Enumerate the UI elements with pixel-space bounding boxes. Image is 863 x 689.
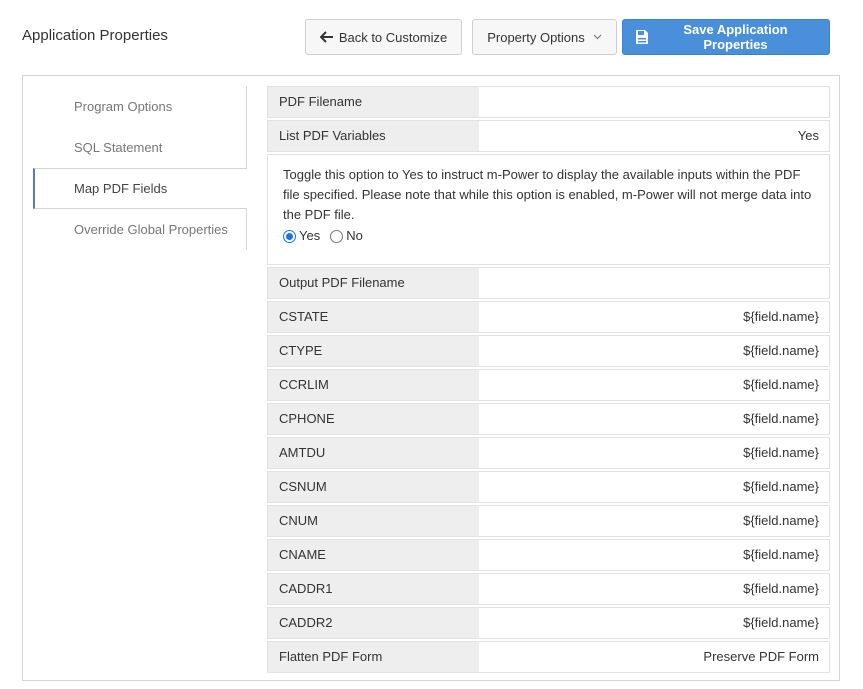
back-to-customize-button[interactable]: Back to Customize <box>305 19 462 55</box>
list-pdf-variables-row: List PDF Variables Yes <box>267 120 830 152</box>
field-label: CADDR1 <box>268 574 479 604</box>
field-label: CSTATE <box>268 302 479 332</box>
sidebar-item-label: Program Options <box>74 99 173 114</box>
field-row-cnum: CNUM ${field.name} <box>267 505 830 537</box>
field-label: CTYPE <box>268 336 479 366</box>
radio-no-indicator[interactable] <box>330 229 344 243</box>
sidebar-item-sql-statement[interactable]: SQL Statement <box>33 127 247 168</box>
field-value[interactable]: ${field.name} <box>479 608 829 638</box>
output-pdf-filename-value[interactable] <box>479 268 829 298</box>
sidebar-item-map-pdf-fields[interactable]: Map PDF Fields <box>33 168 247 209</box>
sidebar-item-label: SQL Statement <box>74 140 163 155</box>
radio-no[interactable]: No <box>330 226 363 246</box>
save-document-icon <box>635 29 649 45</box>
field-value[interactable]: ${field.name} <box>479 404 829 434</box>
field-row-ctype: CTYPE ${field.name} <box>267 335 830 367</box>
save-application-properties-button[interactable]: Save Application Properties <box>622 19 830 55</box>
list-pdf-variables-radio-group: Yes No <box>283 226 815 246</box>
field-value[interactable]: ${field.name} <box>479 472 829 502</box>
field-value[interactable]: ${field.name} <box>479 506 829 536</box>
field-row-caddr2: CADDR2 ${field.name} <box>267 607 830 639</box>
field-value[interactable]: ${field.name} <box>479 370 829 400</box>
pdf-filename-row: PDF Filename <box>267 86 830 118</box>
field-row-amtdu: AMTDU ${field.name} <box>267 437 830 469</box>
output-pdf-filename-row: Output PDF Filename <box>267 267 830 299</box>
field-value[interactable]: ${field.name} <box>479 302 829 332</box>
flatten-pdf-form-row: Flatten PDF Form Preserve PDF Form <box>267 641 830 673</box>
list-pdf-variables-help: Toggle this option to Yes to instruct m-… <box>267 154 830 265</box>
properties-panel: Program Options SQL Statement Map PDF Fi… <box>22 75 840 681</box>
sidebar-item-label: Map PDF Fields <box>74 181 168 196</box>
radio-yes[interactable]: Yes <box>283 226 320 246</box>
field-label: CPHONE <box>268 404 479 434</box>
flatten-pdf-form-label: Flatten PDF Form <box>268 642 479 672</box>
field-value[interactable]: ${field.name} <box>479 540 829 570</box>
flatten-pdf-form-value[interactable]: Preserve PDF Form <box>479 642 829 672</box>
field-row-ccrlim: CCRLIM ${field.name} <box>267 369 830 401</box>
field-label: CADDR2 <box>268 608 479 638</box>
sidebar-item-label: Override Global Properties <box>74 222 228 237</box>
field-row-caddr1: CADDR1 ${field.name} <box>267 573 830 605</box>
sidebar-item-program-options[interactable]: Program Options <box>33 86 247 127</box>
list-pdf-variables-value[interactable]: Yes <box>479 121 829 151</box>
field-label: CNUM <box>268 506 479 536</box>
list-pdf-variables-label: List PDF Variables <box>268 121 479 151</box>
field-label: CSNUM <box>268 472 479 502</box>
field-row-cphone: CPHONE ${field.name} <box>267 403 830 435</box>
radio-yes-label: Yes <box>299 228 321 243</box>
field-value[interactable]: ${field.name} <box>479 438 829 468</box>
arrow-left-icon <box>319 31 334 43</box>
form-content: PDF Filename List PDF Variables Yes Togg… <box>267 86 830 675</box>
pdf-filename-value[interactable] <box>479 87 829 117</box>
property-options-dropdown[interactable]: Property Options <box>472 19 617 55</box>
property-options-label: Property Options <box>487 29 585 45</box>
field-label: CNAME <box>268 540 479 570</box>
output-pdf-filename-label: Output PDF Filename <box>268 268 479 298</box>
save-button-label: Save Application Properties <box>683 22 788 52</box>
field-label: AMTDU <box>268 438 479 468</box>
radio-no-label: No <box>346 228 363 243</box>
back-button-label: Back to Customize <box>338 29 448 45</box>
chevron-down-icon <box>593 34 602 40</box>
radio-yes-indicator[interactable] <box>283 229 296 243</box>
sidebar-nav: Program Options SQL Statement Map PDF Fi… <box>33 86 247 250</box>
page-title: Application Properties <box>22 27 168 44</box>
field-row-csnum: CSNUM ${field.name} <box>267 471 830 503</box>
field-value[interactable]: ${field.name} <box>479 336 829 366</box>
help-text: Toggle this option to Yes to instruct m-… <box>283 167 812 222</box>
field-label: CCRLIM <box>268 370 479 400</box>
field-row-cstate: CSTATE ${field.name} <box>267 301 830 333</box>
sidebar-item-override-global-properties[interactable]: Override Global Properties <box>33 209 247 250</box>
field-value[interactable]: ${field.name} <box>479 574 829 604</box>
field-row-cname: CNAME ${field.name} <box>267 539 830 571</box>
pdf-filename-label: PDF Filename <box>268 87 479 117</box>
